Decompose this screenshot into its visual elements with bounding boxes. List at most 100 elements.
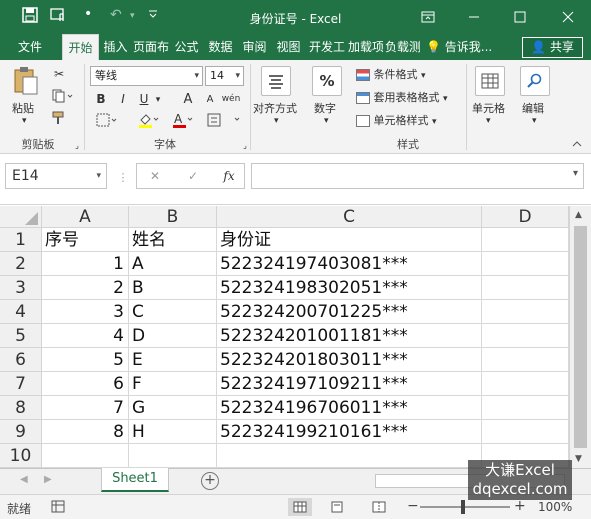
cell-d[interactable]: [482, 396, 569, 420]
tab-page-layout[interactable]: 页面布: [133, 34, 169, 60]
row-header[interactable]: 2: [0, 252, 42, 276]
cells-icon[interactable]: [475, 66, 505, 96]
shrink-font-button[interactable]: A: [202, 91, 218, 107]
cell-c[interactable]: 522324198302051***: [217, 276, 482, 300]
customize-qa-icon[interactable]: [148, 9, 158, 22]
cell-b[interactable]: B: [129, 276, 217, 300]
collapse-ribbon-icon[interactable]: [570, 138, 584, 150]
format-as-table-button[interactable]: 套用表格格式 ▾: [356, 89, 448, 105]
tab-review[interactable]: 审阅: [239, 34, 270, 60]
fill-color-icon[interactable]: [136, 112, 162, 128]
cell-c[interactable]: [217, 444, 482, 468]
cell-b[interactable]: [129, 444, 217, 468]
column-header-c[interactable]: C: [217, 206, 482, 228]
paste-dropdown-icon[interactable]: ▾: [22, 116, 27, 126]
page-layout-view-icon[interactable]: [330, 501, 344, 516]
zoom-out-icon[interactable]: −: [407, 498, 419, 514]
scroll-down-icon[interactable]: ▼: [575, 454, 582, 464]
tab-view[interactable]: 视图: [273, 34, 304, 60]
cell-b[interactable]: G: [129, 396, 217, 420]
phonetic-settings-icon[interactable]: [206, 112, 242, 128]
vertical-scrollbar[interactable]: ▲ ▼: [569, 206, 591, 468]
macro-record-icon[interactable]: [51, 500, 65, 516]
cell-a[interactable]: 1: [42, 252, 129, 276]
cell-styles-button[interactable]: 单元格样式 ▾: [356, 112, 437, 128]
font-name-combo[interactable]: 等线 ▾: [90, 66, 203, 86]
tab-home[interactable]: 开始: [62, 34, 99, 60]
maximize-button[interactable]: [497, 0, 543, 34]
cells-label[interactable]: 单元格: [472, 100, 505, 116]
cell-a[interactable]: 3: [42, 300, 129, 324]
cell-c[interactable]: 522324201001181***: [217, 324, 482, 348]
scroll-up-icon[interactable]: ▲: [575, 210, 582, 220]
undo-dropdown-icon[interactable]: ▾: [130, 11, 135, 21]
column-header-a[interactable]: A: [42, 206, 129, 228]
row-header[interactable]: 1: [0, 228, 42, 252]
bold-button[interactable]: B: [94, 91, 108, 107]
cell-b[interactable]: E: [129, 348, 217, 372]
select-all-corner[interactable]: [0, 206, 42, 228]
cell-c[interactable]: 522324196706011***: [217, 396, 482, 420]
row-header[interactable]: 7: [0, 372, 42, 396]
zoom-slider-thumb[interactable]: [461, 500, 465, 514]
previous-sheet-icon[interactable]: ◀: [20, 474, 28, 485]
scroll-thumb[interactable]: [574, 226, 587, 448]
underline-button[interactable]: U: [137, 91, 151, 107]
zoom-level[interactable]: 100%: [538, 500, 572, 514]
underline-dropdown-icon[interactable]: ▾: [153, 93, 163, 107]
insert-function-icon[interactable]: fx: [220, 168, 238, 184]
cell-c[interactable]: 522324197403081***: [217, 252, 482, 276]
share-button[interactable]: 👤 共享: [522, 37, 583, 58]
name-box[interactable]: E14 ▾: [5, 163, 107, 189]
cell-c[interactable]: 身份证: [217, 228, 482, 252]
drag-handle-icon[interactable]: ⋮: [118, 171, 129, 184]
zoom-in-icon[interactable]: +: [514, 498, 526, 514]
paste-icon[interactable]: [11, 66, 41, 96]
cell-a[interactable]: 5: [42, 348, 129, 372]
paste-label[interactable]: 粘贴: [12, 100, 34, 116]
cell-d[interactable]: [482, 372, 569, 396]
row-header[interactable]: 5: [0, 324, 42, 348]
cell-c[interactable]: 522324201803011***: [217, 348, 482, 372]
row-header[interactable]: 6: [0, 348, 42, 372]
conditional-formatting-button[interactable]: 条件格式 ▾: [356, 66, 426, 82]
copy-icon[interactable]: [50, 88, 76, 104]
alignment-icon[interactable]: [261, 66, 291, 96]
cell-b[interactable]: H: [129, 420, 217, 444]
tab-file[interactable]: 文件: [10, 34, 50, 60]
cell-a[interactable]: [42, 444, 129, 468]
format-painter-icon[interactable]: [50, 110, 68, 126]
cell-d[interactable]: [482, 252, 569, 276]
row-header[interactable]: 8: [0, 396, 42, 420]
cell-c[interactable]: 522324200701225***: [217, 300, 482, 324]
cell-a[interactable]: 2: [42, 276, 129, 300]
cell-b[interactable]: F: [129, 372, 217, 396]
expand-formula-icon[interactable]: ▾: [573, 168, 578, 179]
cell-c[interactable]: 522324199210161***: [217, 420, 482, 444]
formula-input[interactable]: ▾: [251, 163, 584, 189]
column-header-d[interactable]: D: [482, 206, 569, 228]
tab-insert[interactable]: 插入: [100, 34, 131, 60]
tell-me-search[interactable]: 💡 告诉我...: [426, 34, 504, 60]
row-header[interactable]: 9: [0, 420, 42, 444]
alignment-label[interactable]: 对齐方式: [253, 100, 297, 116]
cell-b[interactable]: D: [129, 324, 217, 348]
cells-dropdown-icon[interactable]: ▾: [486, 116, 491, 126]
cell-b[interactable]: 姓名: [129, 228, 217, 252]
cell-d[interactable]: [482, 276, 569, 300]
cell-c[interactable]: 522324197109211***: [217, 372, 482, 396]
font-size-combo[interactable]: 14 ▾: [205, 66, 244, 86]
number-dropdown-icon[interactable]: ▾: [324, 116, 329, 126]
editing-label[interactable]: 编辑: [522, 100, 544, 116]
cell-b[interactable]: A: [129, 252, 217, 276]
page-break-view-icon[interactable]: [372, 501, 386, 516]
number-label[interactable]: 数字: [314, 100, 336, 116]
font-color-icon[interactable]: A: [170, 112, 196, 128]
cell-a[interactable]: 4: [42, 324, 129, 348]
tab-load-test[interactable]: 负载测: [385, 34, 420, 60]
italic-button[interactable]: I: [116, 91, 130, 107]
cell-d[interactable]: [482, 324, 569, 348]
next-sheet-icon[interactable]: ▶: [44, 474, 52, 485]
row-header[interactable]: 3: [0, 276, 42, 300]
enter-icon[interactable]: ✓: [185, 168, 201, 184]
